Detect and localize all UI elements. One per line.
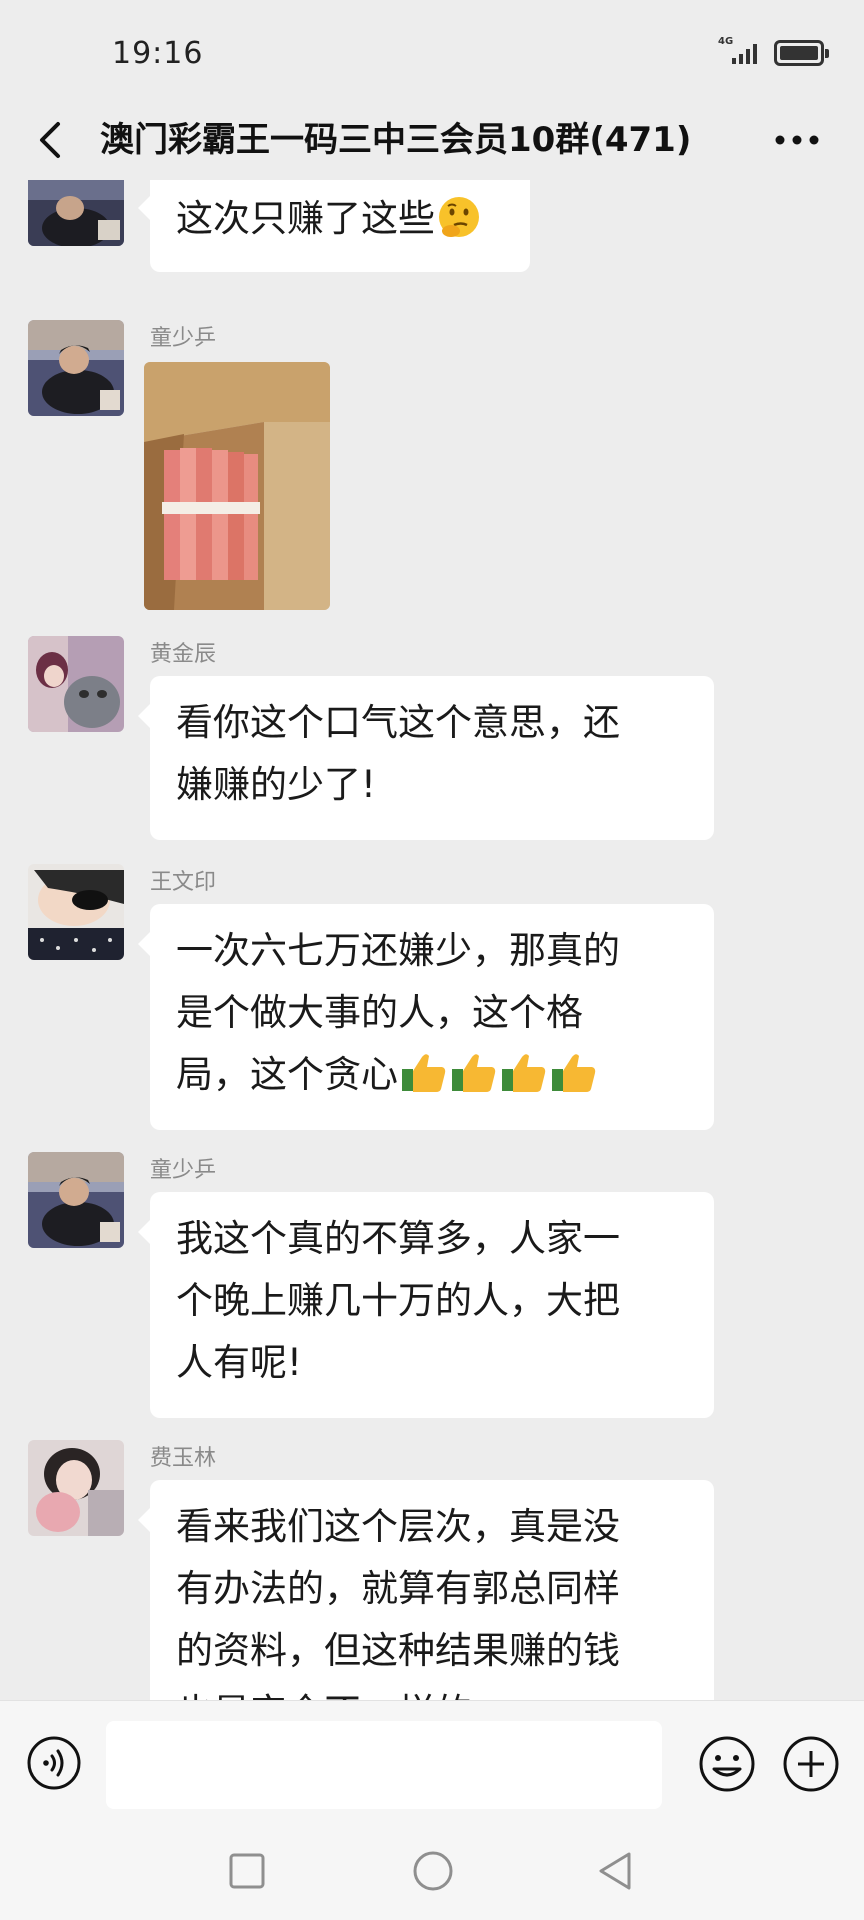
message-bubble[interactable]: 我这个真的不算多，人家一 个晚上赚几十万的人，大把 人有呢!: [138, 1192, 714, 1418]
message-line: 是个做大事的人，这个格: [176, 991, 583, 1034]
battery-icon: [774, 40, 829, 66]
message-line: 看你这个口气这个意思，还: [176, 701, 620, 744]
sender-name: 王文印: [150, 870, 217, 895]
thumbs-up-emoji-icon: [402, 1054, 446, 1092]
message-line: 看来我们这个层次，真是没: [176, 1505, 620, 1548]
system-nav-bar: [0, 1820, 864, 1920]
message-line: 有办法的，就算有郭总同样: [176, 1567, 620, 1610]
chat-image[interactable]: [144, 362, 330, 610]
message-text: 这次只赚了这些: [176, 197, 435, 240]
input-bar: [0, 1700, 864, 1820]
message-bubble[interactable]: 这次只赚了这些: [138, 180, 530, 272]
avatar[interactable]: [28, 1440, 124, 1536]
avatar[interactable]: [28, 1152, 124, 1248]
message-input[interactable]: [106, 1721, 662, 1809]
sender-name: 费玉林: [150, 1446, 217, 1471]
back-icon[interactable]: [30, 118, 74, 162]
network-type: 4G: [718, 36, 734, 47]
avatar[interactable]: [28, 864, 124, 960]
message-bubble[interactable]: 看你这个口气这个意思，还 嫌赚的少了!: [138, 676, 714, 840]
chat-header: 澳门彩霸王一码三中三会员10群(471): [0, 100, 864, 180]
plus-icon[interactable]: [782, 1735, 840, 1793]
chat-message-list[interactable]: 这次只赚了这些 童少乒 黄金辰 看你这个口气这个意思，还 嫌赚的少了! 王文印 …: [0, 180, 864, 1700]
status-bar: 19:16 4G: [0, 0, 864, 100]
status-time: 19:16: [112, 36, 204, 71]
message-line: 的资料，但这种结果赚的钱: [176, 1629, 620, 1672]
sender-name: 黄金辰: [150, 642, 217, 667]
sender-name: 童少乒: [150, 1158, 217, 1183]
message-line: 人有呢!: [176, 1341, 302, 1384]
message-line: 个晚上赚几十万的人，大把: [176, 1279, 620, 1322]
more-icon[interactable]: [772, 118, 822, 162]
voice-icon[interactable]: [26, 1735, 82, 1791]
thumbs-up-emoji-icon: [452, 1054, 496, 1092]
home-icon[interactable]: [412, 1850, 454, 1892]
message-line: 我这个真的不算多，人家一: [176, 1217, 620, 1260]
message-line: 一次六七万还嫌少，那真的: [176, 929, 620, 972]
chat-title: 澳门彩霸王一码三中三会员10群(471): [100, 120, 692, 160]
message-line: 也是完全不一样的: [176, 1682, 688, 1700]
emoji-icon[interactable]: [698, 1735, 756, 1793]
sender-name: 童少乒: [150, 326, 217, 351]
message-bubble[interactable]: 看来我们这个层次，真是没 有办法的，就算有郭总同样 的资料，但这种结果赚的钱 也…: [138, 1480, 714, 1700]
nav-back-icon[interactable]: [596, 1850, 634, 1892]
avatar[interactable]: [28, 320, 124, 416]
message-line: 嫌赚的少了!: [176, 763, 376, 806]
thinking-face-emoji-icon: [439, 197, 479, 237]
signal-icon: 4G: [718, 36, 764, 66]
thumbs-up-emoji-icon: [502, 1054, 546, 1092]
thumbs-up-emoji-icon: [552, 1054, 596, 1092]
message-bubble[interactable]: 一次六七万还嫌少，那真的 是个做大事的人，这个格 局，这个贪心: [138, 904, 714, 1130]
message-line: 局，这个贪心: [176, 1053, 398, 1096]
avatar[interactable]: [28, 180, 124, 246]
avatar[interactable]: [28, 636, 124, 732]
recent-apps-icon[interactable]: [228, 1852, 266, 1890]
